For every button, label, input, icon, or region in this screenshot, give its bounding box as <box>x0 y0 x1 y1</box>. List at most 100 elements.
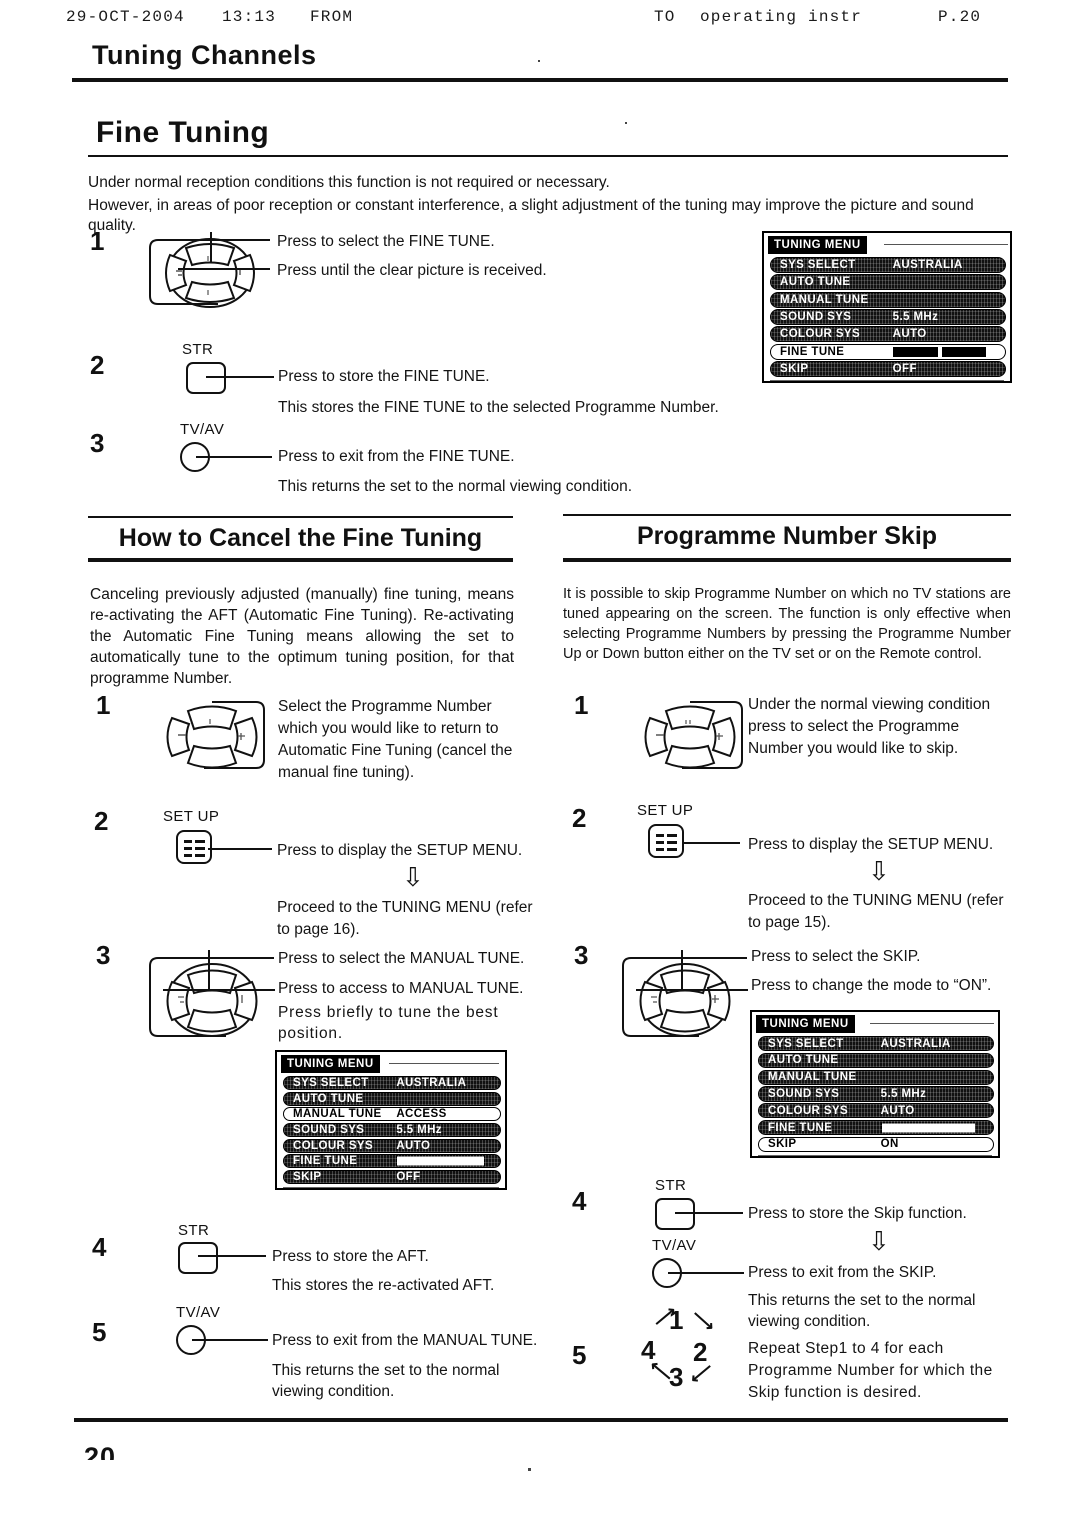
step-instruction: This stores the FINE TUNE to the selecte… <box>278 399 719 416</box>
fax-page: 29-OCT-2004 13:13 FROM TO operating inst… <box>0 0 1080 1528</box>
osd-bottom-line <box>283 1187 499 1188</box>
step-instruction: This stores the re-activated AFT. <box>272 1277 495 1294</box>
str-button-icon <box>178 1242 218 1274</box>
osd-row-label: AUTO TUNE <box>780 276 851 289</box>
osd-row-sys-select[interactable]: SYS SELECT AUSTRALIA <box>758 1036 994 1052</box>
step-instruction: Proceed to the TUNING MENU (refer to pag… <box>748 892 1004 931</box>
cancel-fine-tuning-intro: Canceling previously adjusted (manually)… <box>90 586 514 687</box>
step-instruction: This returns the set to the normal viewi… <box>272 1362 500 1400</box>
osd-row-fine-tune[interactable]: FINE TUNE <box>758 1119 994 1136</box>
step-instruction: This returns the set to the normal viewi… <box>278 478 633 495</box>
leader-line <box>208 848 272 850</box>
key-label-tvav: TV/AV <box>652 1237 697 1254</box>
osd-row-sound-sys[interactable]: SOUND SYS 5.5 MHz <box>770 309 1006 325</box>
osd-row-sound-sys[interactable]: SOUND SYS 5.5 MHz <box>758 1086 994 1102</box>
osd-row-auto-tune[interactable]: AUTO TUNE <box>770 274 1006 291</box>
osd-title: TUNING MENU <box>756 1015 855 1033</box>
key-label-setup: SET UP <box>163 808 220 825</box>
footer-rule <box>74 1418 1008 1422</box>
step-instruction: Press to select the FINE TUNE. <box>277 233 495 250</box>
step-instruction: Proceed to the TUNING MENU (refer to pag… <box>277 899 533 938</box>
osd-row-label: COLOUR SYS <box>780 328 861 341</box>
osd-bottom-line <box>758 1155 992 1156</box>
osd-row-sound-sys[interactable]: SOUND SYS 5.5 MHz <box>283 1122 501 1138</box>
osd-row-label: SYS SELECT <box>780 258 856 271</box>
step-instruction: Select the Programme Number which you wo… <box>278 698 513 781</box>
scan-speck <box>528 1468 531 1471</box>
step-number: 3 <box>90 428 105 458</box>
str-button-icon <box>655 1198 695 1230</box>
osd-slider-knob[interactable] <box>937 344 942 359</box>
setup-button-icon <box>176 830 212 864</box>
step-instruction: Press to change the mode to “ON”. <box>751 977 992 994</box>
step-instruction: Press to exit from the FINE TUNE. <box>278 448 515 465</box>
repeat-cycle-icon: 1 2 3 4 ⟶ ⟶ ⟶ ⟶ <box>625 1302 735 1401</box>
step-instruction: Press to select the MANUAL TUNE. <box>278 950 525 967</box>
chapter-title: Tuning Channels <box>92 40 317 70</box>
osd-row-skip[interactable]: SKIP OFF <box>770 361 1006 377</box>
step-instruction: This returns the set to the normal viewi… <box>748 1292 976 1330</box>
osd-fine-tune-slider[interactable] <box>892 344 987 359</box>
osd-tuning-menu-skip: TUNING MENU SYS SELECT AUSTRALIA AUTO TUNE… <box>750 1010 1000 1158</box>
osd-row-label: SKIP <box>768 1138 797 1151</box>
leader-line <box>668 1272 744 1274</box>
osd-fine-tune-bar <box>880 1122 977 1134</box>
osd-row-sys-select[interactable]: SYS SELECT AUSTRALIA <box>770 257 1006 273</box>
leader-line <box>206 376 274 378</box>
osd-row-value: AUSTRALIA <box>880 1037 951 1050</box>
osd-row-colour-sys[interactable]: COLOUR SYS AUTO <box>770 326 1006 343</box>
osd-row-manual-tune[interactable]: MANUAL TUNE <box>770 291 1006 308</box>
key-label-str: STR <box>655 1177 687 1194</box>
fax-date: 29-OCT-2004 <box>66 8 185 26</box>
step-instruction: Press to exit from the MANUAL TUNE. <box>272 1332 538 1349</box>
osd-row-manual-tune[interactable]: MANUAL TUNE <box>758 1069 994 1085</box>
osd-row-label: SOUND SYS <box>293 1123 365 1136</box>
leader-line <box>198 1255 266 1257</box>
osd-row-label: COLOUR SYS <box>768 1104 849 1117</box>
step-number: 3 <box>574 940 589 970</box>
step-instruction: Press to display the SETUP MENU. <box>748 836 994 853</box>
fax-to-label: TO <box>654 8 676 26</box>
fax-destination: operating instr <box>700 8 863 26</box>
osd-row-sys-select[interactable]: SYS SELECT AUSTRALIA <box>283 1076 501 1091</box>
leader-line <box>682 842 740 844</box>
step-instruction: Under the normal viewing condition press… <box>748 696 991 757</box>
step-instruction: Press to store the FINE TUNE. <box>278 368 490 385</box>
osd-row-label: COLOUR SYS <box>293 1139 374 1152</box>
leader-line <box>208 239 270 241</box>
osd-row-label: SKIP <box>780 363 809 376</box>
down-arrow-icon: ⇩ <box>868 856 890 886</box>
osd-row-auto-tune[interactable]: AUTO TUNE <box>758 1052 994 1069</box>
step-instruction: Repeat Step1 to 4 for each Programme Num… <box>748 1340 993 1401</box>
fax-from-label: FROM <box>310 8 354 26</box>
osd-row-manual-tune[interactable]: MANUAL TUNE ACCESS <box>283 1107 501 1122</box>
cancel-heading-rule-bottom <box>88 558 513 562</box>
scan-speck <box>538 60 540 62</box>
step-instruction: Press to display the SETUP MENU. <box>277 842 523 859</box>
osd-row-colour-sys[interactable]: COLOUR SYS AUTO <box>758 1103 994 1119</box>
osd-row-fine-tune[interactable]: FINE TUNE <box>770 343 1006 360</box>
osd-row-label: MANUAL TUNE <box>780 293 869 306</box>
osd-row-value: AUSTRALIA <box>396 1077 467 1090</box>
osd-row-label: FINE TUNE <box>768 1121 833 1134</box>
osd-fine-tune-bar <box>396 1155 485 1167</box>
osd-row-auto-tune[interactable]: AUTO TUNE <box>283 1091 501 1106</box>
osd-row-label: SKIP <box>293 1170 322 1183</box>
step-number: 1 <box>574 690 589 720</box>
osd-row-colour-sys[interactable]: COLOUR SYS AUTO <box>283 1138 501 1153</box>
step-instruction: Press to select the SKIP. <box>751 948 921 965</box>
fine-tuning-intro-line1: Under normal reception conditions this f… <box>88 174 610 191</box>
osd-row-value: AUTO <box>892 328 927 341</box>
skip-heading-rule-top <box>563 514 1011 516</box>
leader-line <box>192 1339 268 1341</box>
osd-row-fine-tune[interactable]: FINE TUNE <box>283 1154 501 1169</box>
osd-row-label: AUTO TUNE <box>768 1054 839 1067</box>
key-label-setup: SET UP <box>637 802 694 819</box>
leader-line <box>196 456 272 458</box>
step-instruction: Press to exit from the SKIP. <box>748 1264 937 1281</box>
osd-tuning-menu-manual-tune: TUNING MENU SYS SELECT AUSTRALIA AUTO TUNE… <box>275 1050 507 1190</box>
cursor-pad-icon <box>142 692 282 782</box>
step-number: 5 <box>572 1340 587 1370</box>
osd-row-skip[interactable]: SKIP OFF <box>283 1169 501 1184</box>
osd-row-skip[interactable]: SKIP ON <box>758 1136 994 1152</box>
